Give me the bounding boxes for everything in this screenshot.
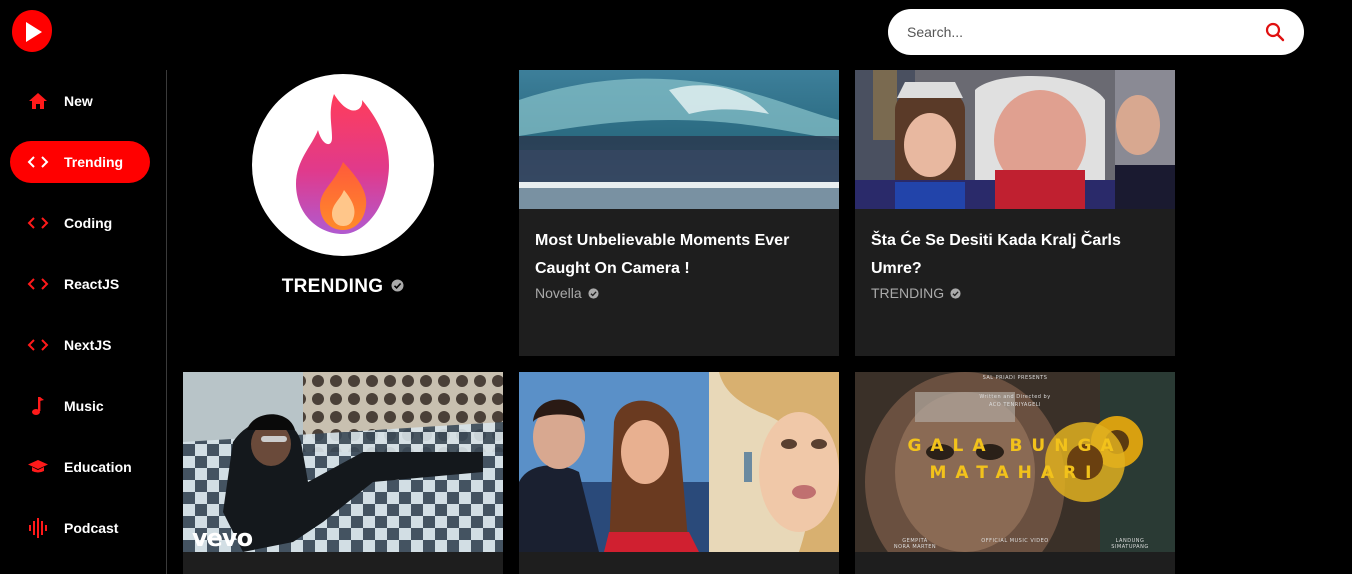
video-thumbnail[interactable] xyxy=(519,70,839,209)
video-card[interactable]: Šta Će Se Desiti Kada Kralj Čarls Umre? … xyxy=(855,70,1175,356)
thumb-title-line-2: MATAHARI xyxy=(929,463,1101,483)
thumb-cast-right-name: SIMATUPANG xyxy=(1111,544,1149,550)
video-thumbnail[interactable] xyxy=(855,70,1175,209)
sidebar-item-education[interactable]: Education xyxy=(10,446,150,488)
sidebar-item-music[interactable]: Music xyxy=(10,385,150,427)
thumb-title-line-1: GALA BUNGA xyxy=(907,436,1123,456)
home-icon xyxy=(27,90,49,112)
video-thumbnail[interactable] xyxy=(519,372,839,552)
vevo-watermark: vevo xyxy=(192,524,253,552)
video-card[interactable] xyxy=(519,372,839,574)
search-icon[interactable] xyxy=(1264,21,1286,43)
code-icon xyxy=(27,273,49,295)
sidebar-item-label: New xyxy=(64,93,93,109)
sidebar-item-label: Music xyxy=(64,398,104,414)
sidebar-item-podcast[interactable]: Podcast xyxy=(10,507,150,549)
sidebar-item-label: Trending xyxy=(64,154,124,170)
code-icon xyxy=(27,334,49,356)
sidebar-item-trending[interactable]: Trending xyxy=(10,141,150,183)
youtube-logo-icon[interactable] xyxy=(10,8,54,54)
sidebar-item-new[interactable]: New xyxy=(10,80,150,122)
sidebar: New Trending Coding ReactJS NextJS Music xyxy=(0,70,167,574)
podcast-waveform-icon xyxy=(27,517,49,539)
video-card[interactable]: SAL PRIADI PRESENTS Written and Directed… xyxy=(855,372,1175,574)
sidebar-item-reactjs[interactable]: ReactJS xyxy=(10,263,150,305)
verified-icon xyxy=(950,287,961,299)
video-channel[interactable]: TRENDING xyxy=(855,283,1175,301)
sidebar-item-label: ReactJS xyxy=(64,276,120,292)
video-title[interactable]: Most Unbelievable Moments Ever Caught On… xyxy=(519,209,839,283)
music-note-icon xyxy=(27,395,49,417)
video-thumbnail[interactable]: vevo xyxy=(183,372,503,552)
graduation-cap-icon xyxy=(27,456,49,478)
video-card[interactable]: vevo xyxy=(183,372,503,574)
sidebar-item-label: Coding xyxy=(64,215,113,231)
code-icon xyxy=(27,212,49,234)
channel-card[interactable]: TRENDING xyxy=(183,70,503,356)
sidebar-item-label: NextJS xyxy=(64,337,112,353)
video-card[interactable]: Most Unbelievable Moments Ever Caught On… xyxy=(519,70,839,356)
video-thumbnail[interactable]: SAL PRIADI PRESENTS Written and Directed… xyxy=(855,372,1175,552)
code-icon xyxy=(27,151,49,173)
search-bar xyxy=(888,9,1304,55)
verified-icon xyxy=(391,276,404,298)
search-input[interactable] xyxy=(907,24,1264,40)
verified-icon xyxy=(588,287,599,299)
video-channel[interactable]: Novella xyxy=(519,283,839,301)
fire-icon xyxy=(296,94,389,234)
sidebar-item-label: Education xyxy=(64,459,132,475)
channel-avatar[interactable] xyxy=(252,74,434,256)
video-title[interactable]: Šta Će Se Desiti Kada Kralj Čarls Umre? xyxy=(855,209,1175,283)
top-bar xyxy=(0,0,1352,66)
sidebar-item-coding[interactable]: Coding xyxy=(10,202,150,244)
channel-name: TRENDING xyxy=(183,276,503,298)
thumb-credit: Written and Directed by xyxy=(979,394,1051,400)
sidebar-item-label: Podcast xyxy=(64,520,119,536)
sidebar-item-nextjs[interactable]: NextJS xyxy=(10,324,150,366)
thumb-director: ACO TENRIYAGELI xyxy=(988,402,1042,408)
thumb-official-label: OFFICIAL MUSIC VIDEO xyxy=(981,538,1049,544)
thumb-cast-left-name: NORA MARTEN xyxy=(893,544,937,550)
thumb-presenter: SAL PRIADI PRESENTS xyxy=(982,375,1048,381)
